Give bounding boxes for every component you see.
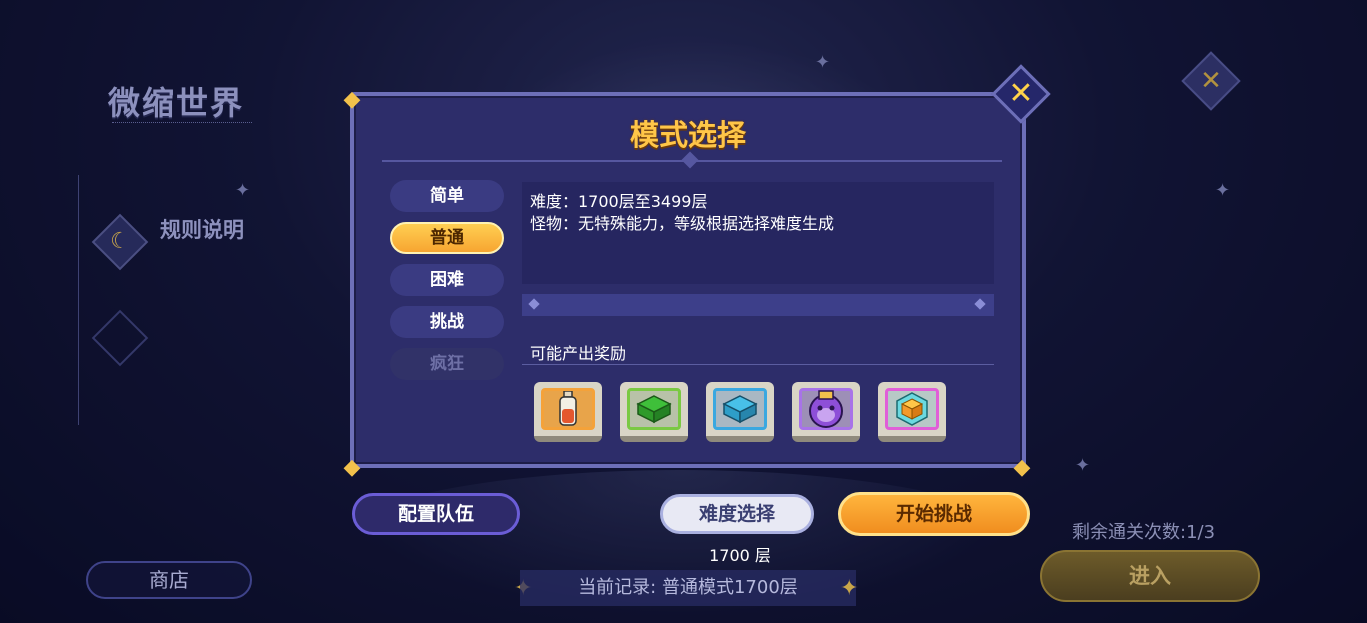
orange-cube-icon — [885, 388, 939, 430]
tab-challenge[interactable]: 挑战 — [390, 306, 504, 338]
monster-text: 怪物：无特殊能力，等级根据选择难度生成 — [530, 214, 835, 233]
rewards-divider — [522, 364, 994, 365]
current-record: 当前记录: 普通模式1700层 — [520, 570, 856, 606]
reward-slot[interactable] — [534, 382, 602, 442]
reward-slot[interactable] — [620, 382, 688, 442]
tab-normal[interactable]: 普通 — [390, 222, 504, 254]
moon-icon: ☾ — [110, 229, 130, 254]
blue-rune-cube-icon — [713, 388, 767, 430]
difficulty-select-button[interactable]: 难度选择 — [660, 494, 814, 534]
current-layer: 1700 层 — [709, 546, 771, 565]
enter-button[interactable]: 进入 — [1040, 550, 1260, 602]
star-icon: ✦ — [235, 180, 251, 201]
mode-select-dialog: ◆ ◆ ◆ 模式选择 简单 普通 困难 挑战 疯狂 难度：1700层至3499层… — [344, 88, 1031, 480]
shop-button[interactable]: 商店 — [86, 561, 252, 599]
separator-diamond — [528, 298, 540, 310]
tab-hard[interactable]: 困难 — [390, 264, 504, 296]
world-title: 微缩世界 — [108, 84, 245, 122]
close-icon: ✕ — [1008, 76, 1034, 111]
side-divider — [78, 175, 79, 425]
configure-team-button[interactable]: 配置队伍 — [352, 493, 520, 535]
remaining-clears: 剩余通关次数:1/3 — [1072, 522, 1216, 543]
section-separator — [522, 294, 994, 316]
title-divider-diamond — [681, 151, 699, 169]
star-icon: ✦ — [1075, 455, 1091, 476]
start-challenge-button[interactable]: 开始挑战 — [838, 492, 1030, 536]
rules-label[interactable]: 规则说明 — [160, 214, 244, 244]
tab-crazy: 疯狂 — [390, 348, 504, 380]
star-icon: ✦ — [815, 52, 831, 73]
difficulty-range-text: 难度：1700层至3499层 — [530, 192, 708, 211]
diamond-icon: ✦ — [840, 576, 859, 601]
dialog-title: 模式选择 — [629, 118, 746, 152]
mode-description: 难度：1700层至3499层 怪物：无特殊能力，等级根据选择难度生成 — [522, 182, 994, 284]
separator-diamond — [974, 298, 986, 310]
purple-monkey-mask-icon — [799, 388, 853, 430]
reward-slot[interactable] — [706, 382, 774, 442]
tab-easy[interactable]: 简单 — [390, 180, 504, 212]
reward-slot[interactable] — [792, 382, 860, 442]
world-title-underline — [112, 122, 252, 128]
close-icon: ✕ — [1200, 66, 1222, 96]
potion-bottle-icon — [541, 388, 595, 430]
corner-ornament-icon: ◆ — [1013, 455, 1031, 480]
corner-ornament-icon: ◆ — [343, 455, 361, 480]
green-rune-cube-icon — [627, 388, 681, 430]
corner-ornament-icon: ◆ — [343, 87, 361, 112]
rewards-title: 可能产出奖励 — [530, 344, 627, 363]
star-icon: ✦ — [1215, 180, 1231, 201]
reward-slot[interactable] — [878, 382, 946, 442]
